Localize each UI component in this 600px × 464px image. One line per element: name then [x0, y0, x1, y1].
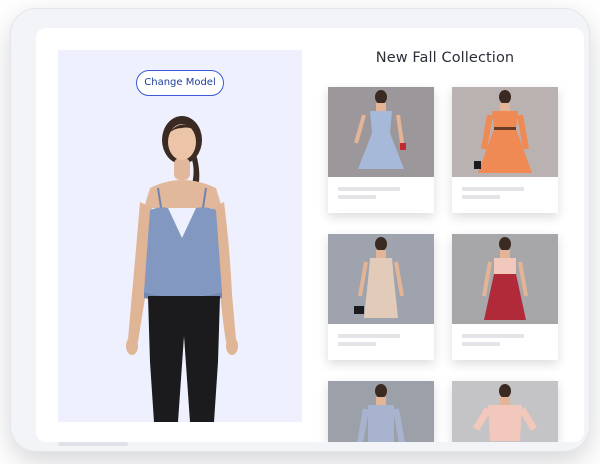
tablet-frame: Change Model New Fall Collection — [10, 8, 590, 452]
product-price-placeholder — [338, 342, 376, 346]
product-image — [452, 381, 558, 442]
product-image — [328, 87, 434, 177]
product-card[interactable] — [328, 87, 434, 213]
model-figure — [126, 116, 238, 422]
product-card[interactable] — [452, 381, 558, 442]
product-image — [328, 381, 434, 442]
change-model-button[interactable]: Change Model — [136, 70, 224, 96]
product-price-placeholder — [338, 195, 376, 199]
product-name-placeholder — [462, 187, 524, 191]
product-image — [452, 234, 558, 324]
tablet-bottom-edge — [58, 442, 128, 446]
product-name-placeholder — [338, 187, 400, 191]
product-price-placeholder — [462, 195, 500, 199]
app-screen: Change Model New Fall Collection — [36, 28, 584, 442]
product-card[interactable] — [452, 234, 558, 360]
product-price-placeholder — [462, 342, 500, 346]
product-card[interactable] — [328, 234, 434, 360]
model-preview-panel: Change Model — [58, 50, 302, 422]
product-card[interactable] — [328, 381, 434, 442]
product-card[interactable] — [452, 87, 558, 213]
product-image — [452, 87, 558, 177]
product-image — [328, 234, 434, 324]
collection-title: New Fall Collection — [375, 50, 515, 66]
product-name-placeholder — [338, 334, 400, 338]
product-name-placeholder — [462, 334, 524, 338]
